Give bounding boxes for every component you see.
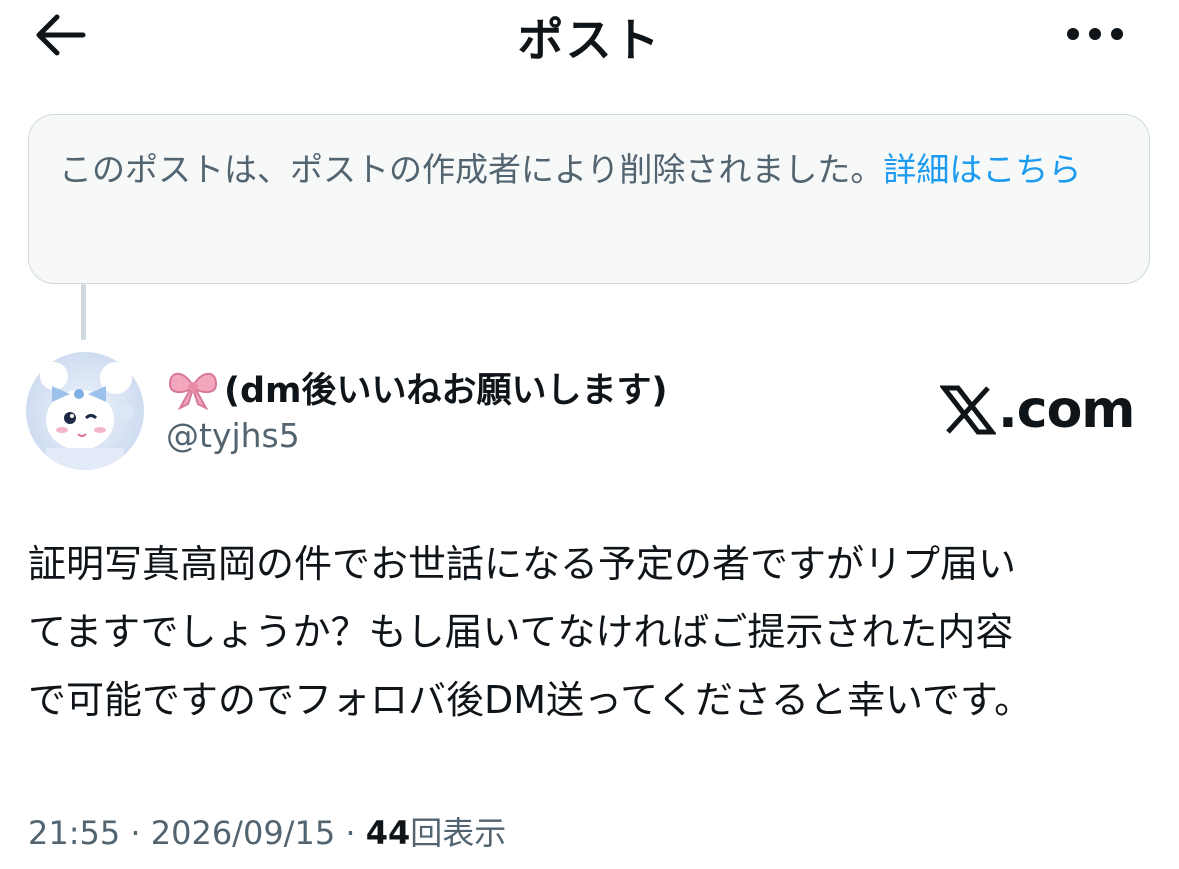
post-date[interactable]: 2026/09/15 <box>151 814 335 852</box>
deleted-post-notice: このポストは、ポストの作成者により削除されました。詳細はこちら <box>28 114 1150 284</box>
avatar[interactable] <box>26 352 144 470</box>
post-detail-screen: ポスト このポストは、ポストの作成者により削除されました。詳細はこちら (dm後… <box>0 0 1179 869</box>
page-title: ポスト <box>517 13 662 67</box>
learn-more-link[interactable]: 詳細はこちら <box>883 150 1081 189</box>
notice-text: このポストは、ポストの作成者により削除されました。 <box>59 150 884 189</box>
display-name-text: (dm後いいねお願いします) <box>224 371 668 411</box>
post-meta: 21:55 · 2026/09/15 · 44回表示 <box>28 808 506 854</box>
thread-connector-line <box>81 284 86 340</box>
views-count: 44 <box>365 814 411 852</box>
more-options-button[interactable] <box>1060 14 1130 54</box>
top-bar: ポスト <box>0 0 1179 70</box>
meta-separator: · <box>130 814 141 852</box>
meta-separator: · <box>345 814 356 852</box>
views-label: 回表示 <box>410 814 507 852</box>
post-text-line: てますでしょうか？もし届いてなければご提示された内容 <box>28 610 1014 654</box>
more-horizontal-icon <box>1067 28 1123 40</box>
user-handle[interactable]: @tyjhs5 <box>166 416 300 455</box>
x-logo-icon <box>940 385 996 435</box>
ribbon-bow-icon <box>168 372 218 410</box>
display-name[interactable]: (dm後いいねお願いします) <box>166 362 668 413</box>
post-text-line: 証明写真高岡の件でお世話になる予定の者ですがリプ届い <box>28 542 1017 586</box>
post-body: 証明写真高岡の件でお世話になる予定の者ですがリプ届い てますでしょうか？もし届い… <box>28 530 1148 734</box>
post-time[interactable]: 21:55 <box>28 814 120 852</box>
watermark-text: .com <box>998 380 1135 440</box>
x-com-watermark: .com <box>940 380 1135 440</box>
post-text-line: で可能ですのでフォロバ後DM送ってくださると幸いです。 <box>28 678 1033 722</box>
